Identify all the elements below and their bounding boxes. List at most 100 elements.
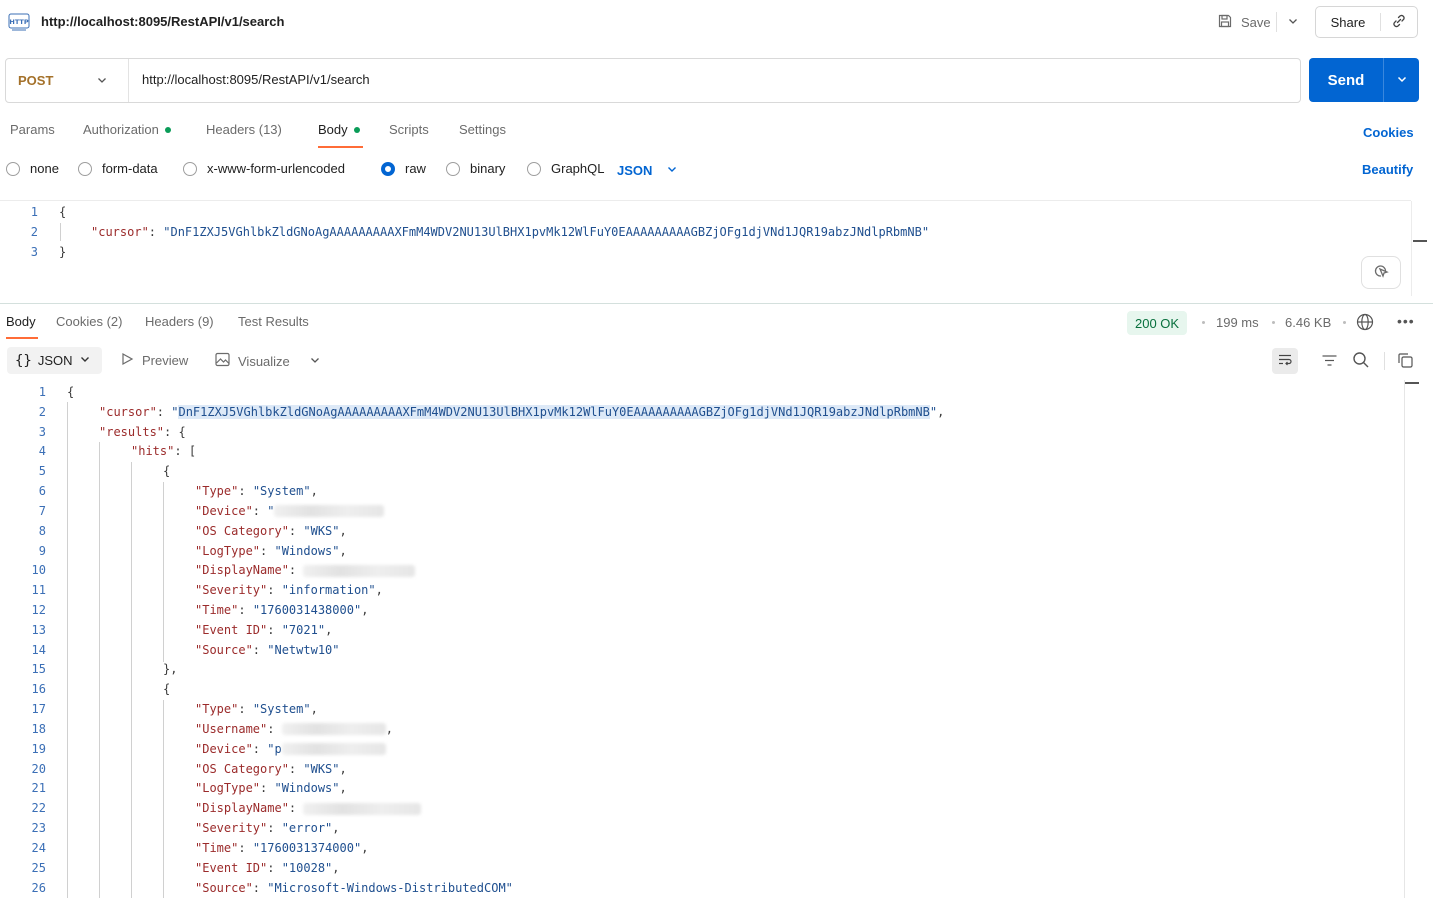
tab-authorization[interactable]: Authorization xyxy=(83,122,171,137)
code-line: { xyxy=(163,682,170,696)
tab-settings[interactable]: Settings xyxy=(459,122,506,137)
tab-params[interactable]: Params xyxy=(10,122,55,137)
cookies-link[interactable]: Cookies xyxy=(1363,125,1414,140)
json-key: "OS Category" xyxy=(195,761,289,776)
copy-link-button[interactable] xyxy=(1381,7,1417,37)
radio-label: binary xyxy=(470,161,506,176)
divider xyxy=(128,59,129,102)
json-string: "WKS" xyxy=(303,523,340,538)
punctuation: : xyxy=(252,503,268,518)
code-line: "LogType": "Windows", xyxy=(195,544,347,558)
punctuation: , xyxy=(385,721,393,736)
json-key: "Type" xyxy=(195,484,239,499)
radio-binary[interactable]: binary xyxy=(446,161,505,176)
code-line: "Device": "p xyxy=(195,742,386,756)
panel-divider[interactable] xyxy=(0,303,1433,304)
send-options-button[interactable] xyxy=(1384,58,1419,102)
code-line: { xyxy=(67,385,74,399)
punctuation: , xyxy=(325,622,333,637)
wrap-lines-button[interactable] xyxy=(1272,348,1298,374)
response-tab-headers[interactable]: Headers (9) xyxy=(145,314,214,329)
response-format-select[interactable]: {} JSON xyxy=(7,347,102,374)
url-input[interactable]: http://localhost:8095/RestAPI/v1/search xyxy=(142,72,1242,87)
json-key: "DisplayName" xyxy=(195,563,289,578)
save-options-button[interactable] xyxy=(1280,7,1306,37)
search-icon[interactable] xyxy=(1352,351,1370,372)
code-line: }, xyxy=(163,662,177,676)
line-number: 4 xyxy=(38,444,46,459)
radio-graphql[interactable]: GraphQL xyxy=(527,161,604,176)
ai-assist-button[interactable] xyxy=(1361,256,1401,289)
line-number: 25 xyxy=(31,860,46,875)
response-time[interactable]: 199 ms xyxy=(1216,315,1259,330)
json-key: "Source" xyxy=(195,880,253,895)
punctuation: : xyxy=(252,642,268,657)
code-line: } xyxy=(59,245,66,259)
preview-button[interactable]: Preview xyxy=(120,352,188,369)
code-line: { xyxy=(163,464,170,478)
code-line: "Type": "System", xyxy=(195,702,318,716)
line-number: 18 xyxy=(31,721,46,736)
json-string: "1760031438000" xyxy=(252,603,362,618)
method-select[interactable]: POST xyxy=(6,59,128,102)
request-editor-scrollbar[interactable] xyxy=(1411,201,1427,296)
response-tab-test-results[interactable]: Test Results xyxy=(238,314,309,329)
json-key: "Device" xyxy=(195,741,253,756)
response-tab-cookies[interactable]: Cookies (2) xyxy=(56,314,122,329)
code-line: { xyxy=(59,205,66,219)
tab-headers[interactable]: Headers (13) xyxy=(206,122,282,137)
code-line: "OS Category": "WKS", xyxy=(195,762,347,776)
language-select[interactable]: JSON xyxy=(617,163,678,178)
scroll-thumb[interactable] xyxy=(1413,240,1427,242)
json-string: "p xyxy=(267,741,386,756)
punctuation: : xyxy=(252,880,268,895)
punctuation: , xyxy=(339,523,347,538)
send-button[interactable]: Send xyxy=(1309,58,1383,102)
punctuation: , xyxy=(310,702,318,717)
json-key: "Severity" xyxy=(195,821,268,836)
request-body-editor[interactable]: 1 {2 "cursor": "DnF1ZXJ5VGhlbkZldGNoAgAAAA… xyxy=(0,200,1411,296)
tab-body[interactable]: Body xyxy=(318,122,360,137)
line-number: 11 xyxy=(31,583,46,598)
json-key: "Username" xyxy=(195,721,268,736)
copy-icon[interactable] xyxy=(1397,352,1414,372)
chevron-down-icon[interactable] xyxy=(309,354,321,369)
radio-x-www-form-urlencoded[interactable]: x-www-form-urlencoded xyxy=(183,161,345,176)
selected-text: DnF1ZXJ5VGhlbkZldGNoAgAAAAAAAAAXFmM4WDV2… xyxy=(178,404,930,419)
save-icon xyxy=(1217,13,1233,32)
punctuation: [ xyxy=(188,444,197,459)
save-button[interactable]: Save xyxy=(1209,7,1279,37)
share-button[interactable]: Share xyxy=(1316,7,1380,37)
line-number: 17 xyxy=(31,702,46,717)
punctuation: : xyxy=(238,484,253,499)
value-text: p xyxy=(274,741,282,756)
filter-icon[interactable] xyxy=(1321,352,1338,372)
json-string: "7021" xyxy=(281,622,326,637)
punctuation: : xyxy=(238,702,253,717)
radio-raw[interactable]: raw xyxy=(381,161,426,176)
json-string: "information" xyxy=(281,583,376,598)
punctuation: : xyxy=(238,603,253,618)
globe-icon[interactable] xyxy=(1356,313,1374,334)
image-icon xyxy=(215,352,230,370)
radio-none[interactable]: none xyxy=(6,161,59,176)
request-header: HTTP http://localhost:8095/RestAPI/v1/se… xyxy=(0,0,1433,45)
beautify-button[interactable]: Beautify xyxy=(1362,162,1413,177)
scroll-thumb[interactable] xyxy=(1405,382,1419,384)
code-line: "Severity": "information", xyxy=(195,583,383,597)
code-line: "cursor": "DnF1ZXJ5VGhlbkZldGNoAgAAAAAAA… xyxy=(91,225,929,239)
more-horizontal-icon[interactable]: ••• xyxy=(1397,313,1415,329)
line-number: 24 xyxy=(31,840,46,855)
response-scrollbar[interactable] xyxy=(1404,380,1405,898)
radio-circle xyxy=(78,161,92,176)
punctuation: , xyxy=(361,603,369,618)
status-badge[interactable]: 200 OK xyxy=(1127,311,1188,335)
punctuation: }, xyxy=(163,662,178,677)
response-tab-body[interactable]: Body xyxy=(6,314,36,329)
visualize-button[interactable]: Visualize xyxy=(215,352,290,370)
request-title[interactable]: http://localhost:8095/RestAPI/v1/search xyxy=(41,14,284,29)
response-size[interactable]: 6.46 KB xyxy=(1285,315,1331,330)
tab-scripts[interactable]: Scripts xyxy=(389,122,429,137)
response-body-viewer[interactable]: 1{2 "cursor": "DnF1ZXJ5VGhlbkZldGNoAgAAAA… xyxy=(0,380,1404,898)
radio-form-data[interactable]: form-data xyxy=(78,161,158,176)
